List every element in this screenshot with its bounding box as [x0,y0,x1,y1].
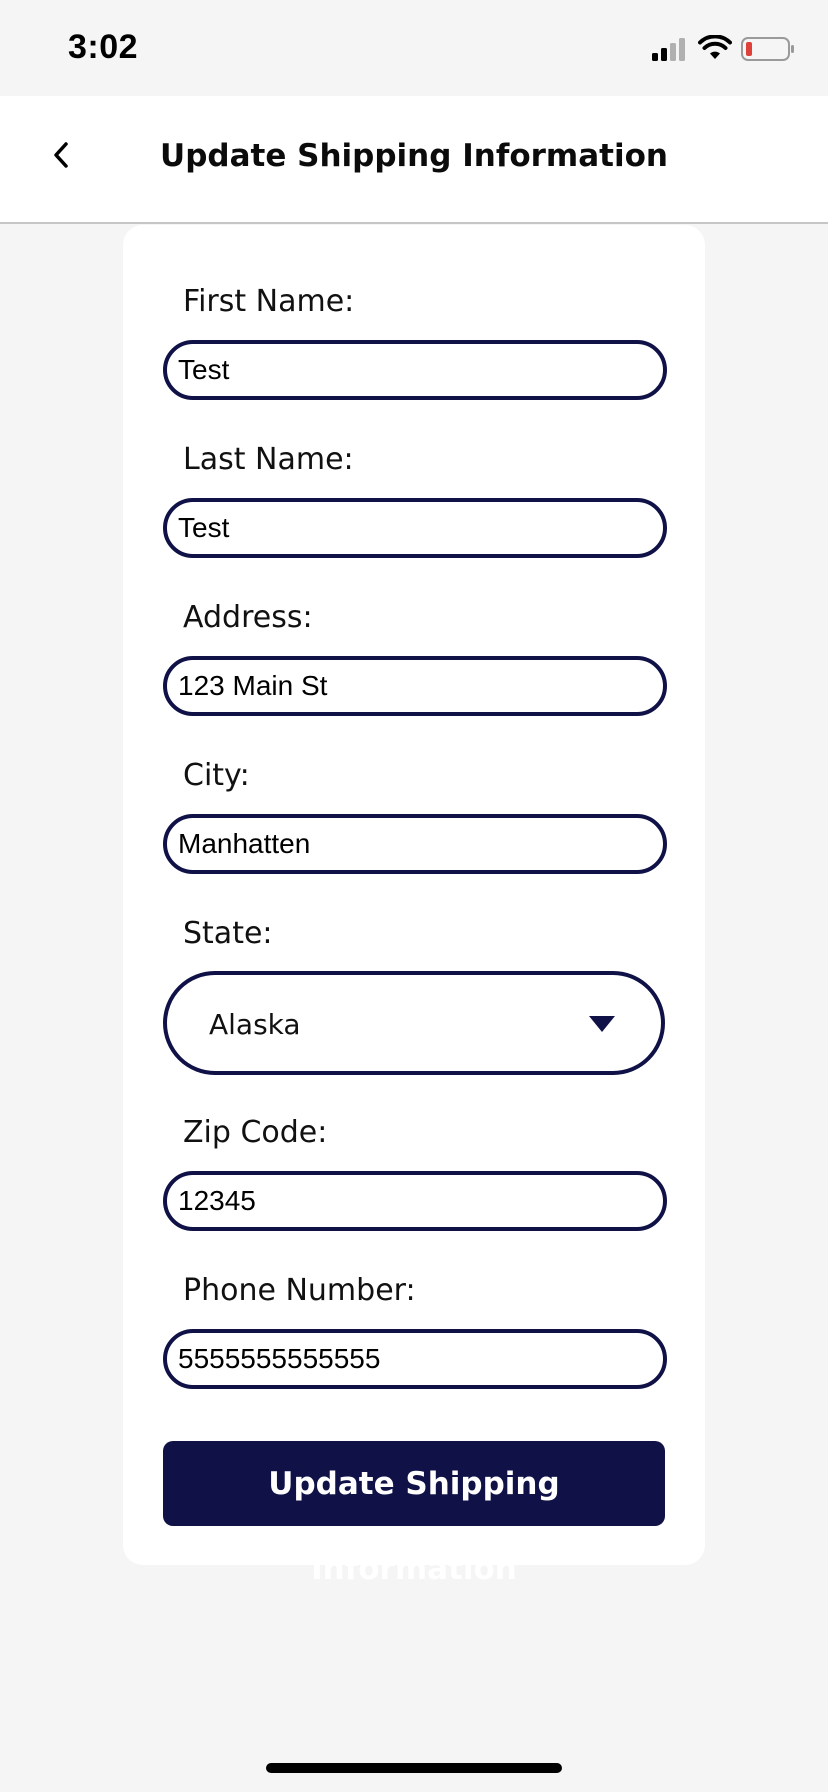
navigation-header: Update Shipping Information [0,96,828,224]
first-name-field[interactable] [163,340,667,400]
zip-code-field[interactable] [163,1171,667,1231]
state-label: State: [183,916,273,951]
phone-number-field[interactable] [163,1329,667,1389]
status-bar: 3:02 [0,0,828,96]
battery-low-icon [741,37,795,65]
city-label: City: [183,758,250,793]
state-selected-value: Alaska [209,1008,301,1041]
home-indicator [266,1763,562,1773]
cellular-signal-icon [652,38,688,66]
address-field[interactable] [163,656,667,716]
state-dropdown[interactable]: Alaska [163,971,665,1075]
last-name-label: Last Name: [183,442,354,477]
status-time: 3:02 [68,28,139,66]
address-label: Address: [183,600,313,635]
city-field[interactable] [163,814,667,874]
page-title: Update Shipping Information [160,138,668,174]
zip-code-label: Zip Code: [183,1115,328,1150]
first-name-label: First Name: [183,284,355,319]
update-shipping-button[interactable]: Update Shipping Information [163,1441,665,1587]
phone-number-label: Phone Number: [183,1273,416,1308]
caret-down-icon [589,1016,615,1032]
last-name-field[interactable] [163,498,667,558]
wifi-icon [698,34,732,65]
